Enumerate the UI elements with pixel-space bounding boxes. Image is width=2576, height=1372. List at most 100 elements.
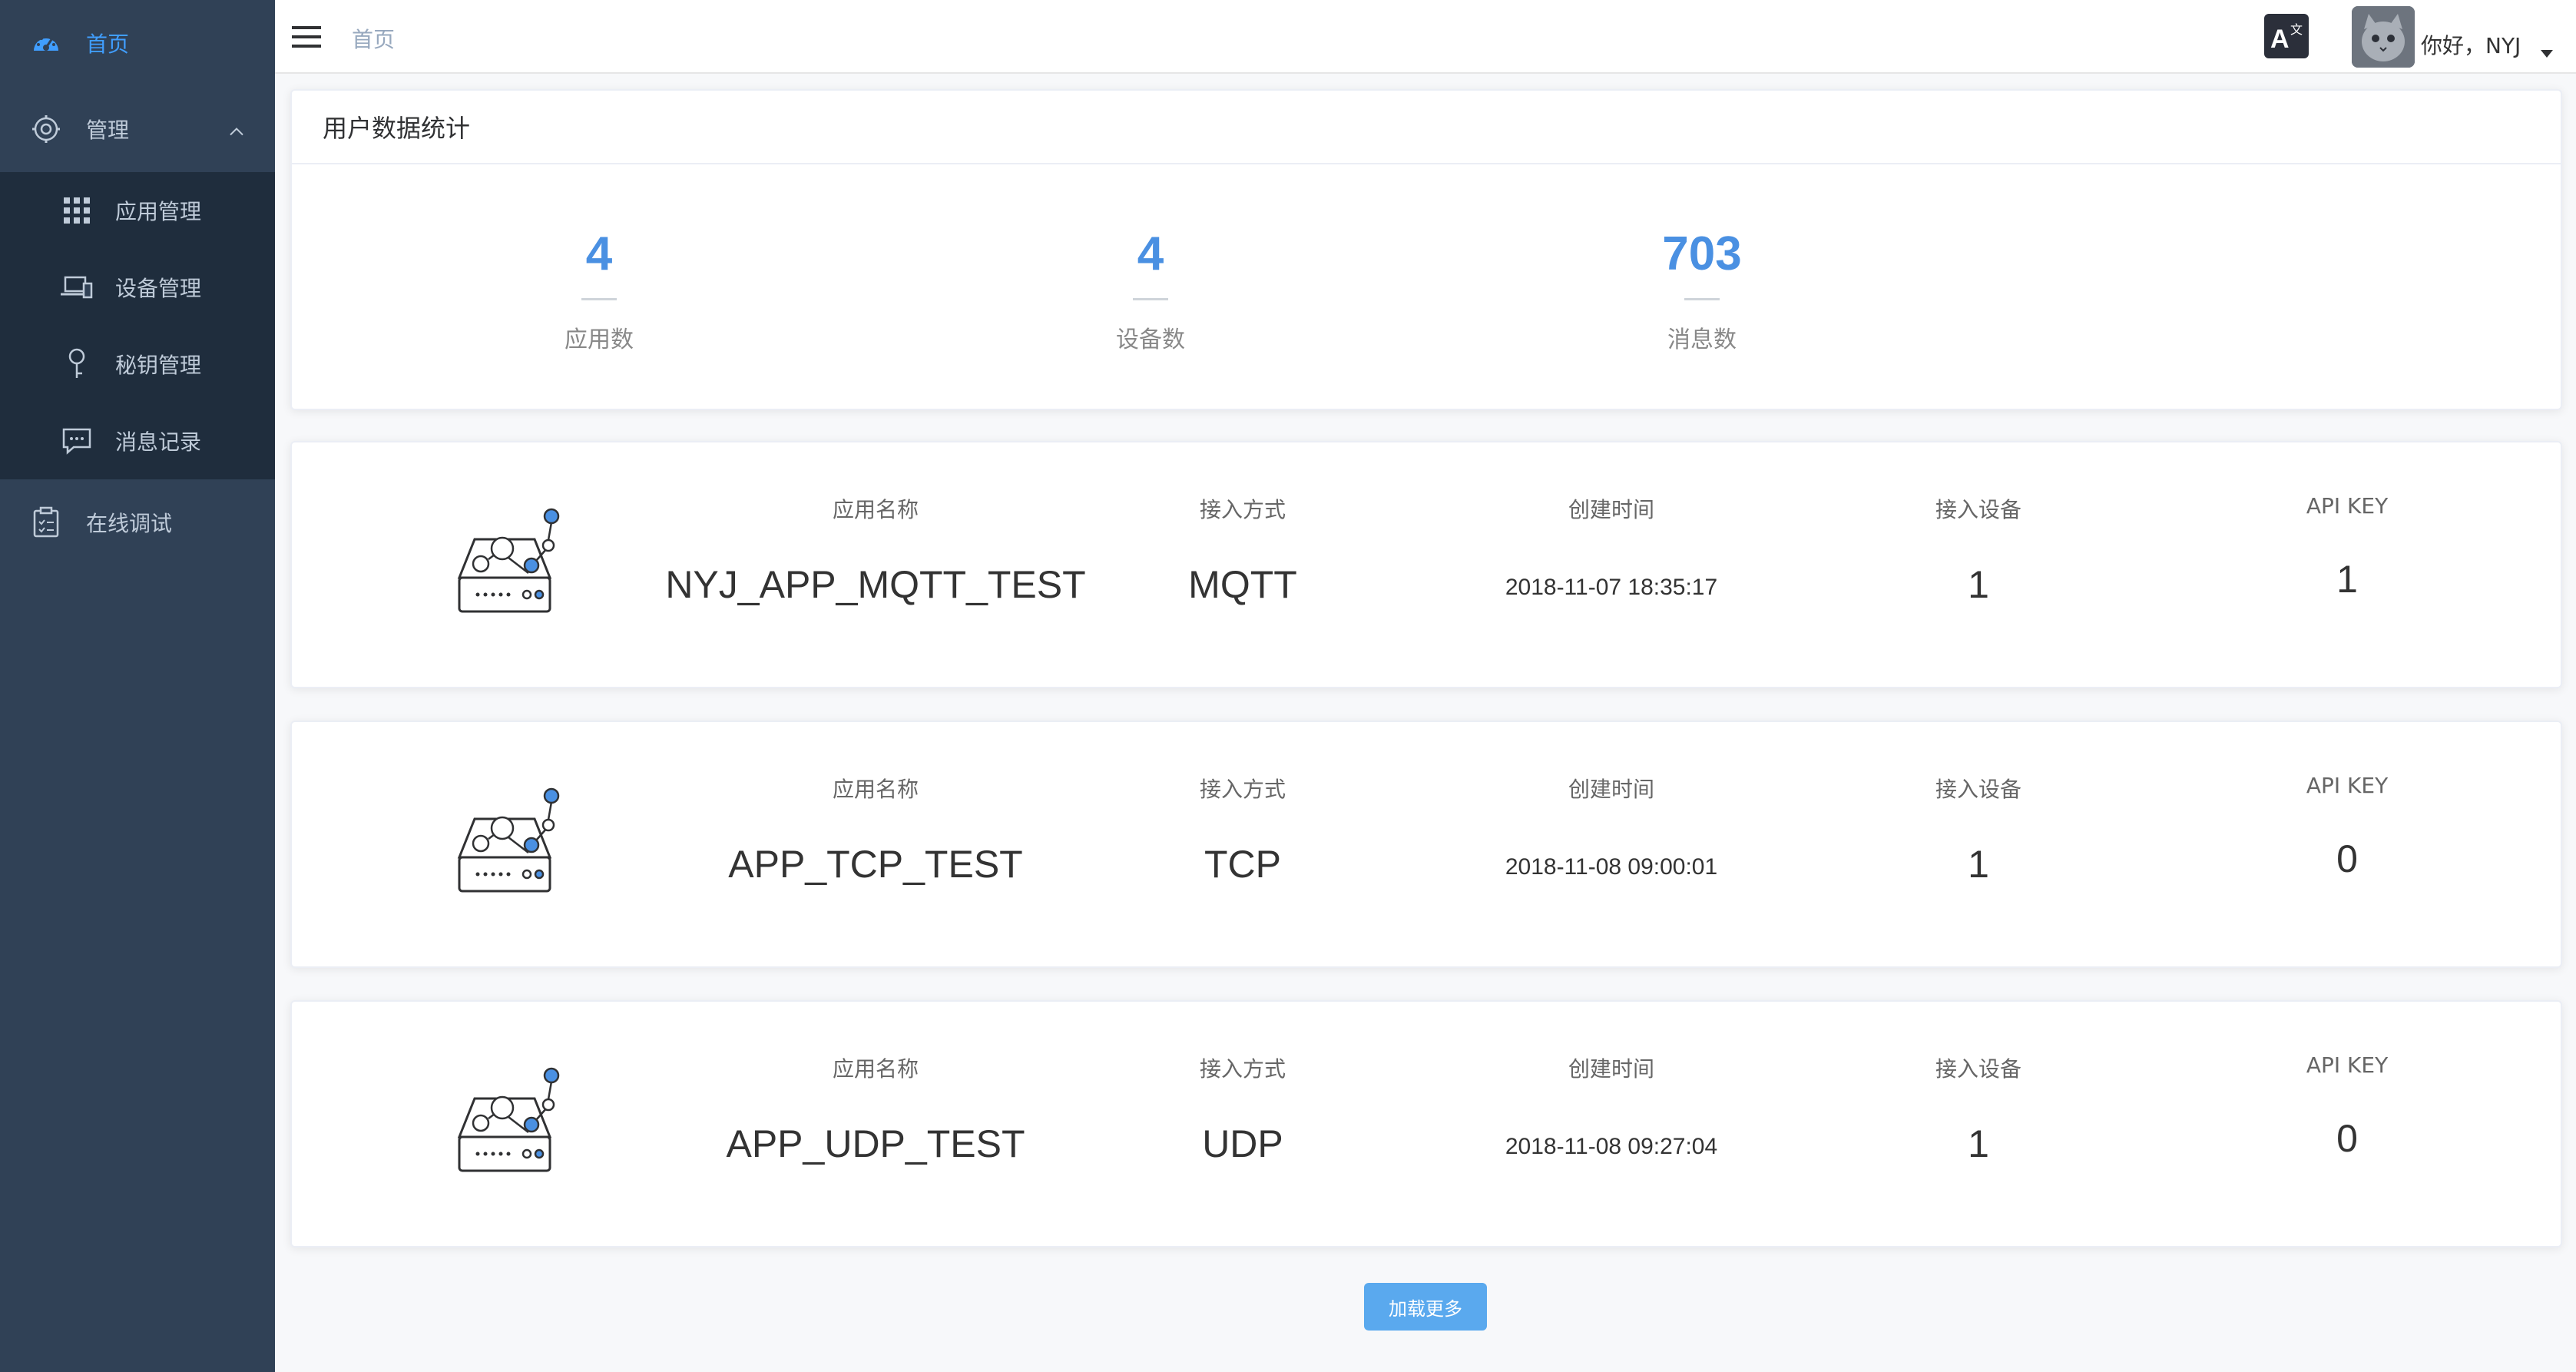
- stat-label: 应用数: [565, 326, 634, 353]
- col-apikey: API KEY 1: [2132, 493, 2562, 601]
- app-apikey: 1: [2336, 558, 2358, 601]
- sidebar-item-home[interactable]: 首页: [0, 0, 275, 86]
- sidebar: 首页 管理 应用管理 设备管理 秘钥管理 消息记录 在线调试: [0, 0, 275, 1372]
- app-apikey: 0: [2336, 837, 2358, 880]
- sidebar-item-label: 首页: [86, 31, 130, 57]
- key-icon: [60, 347, 94, 381]
- app-created-time: 2018-11-08 09:27:04: [1505, 1134, 1718, 1159]
- svg-text:A: A: [2270, 25, 2290, 54]
- col-app-name: 应用名称 APP_UDP_TEST: [661, 1052, 1091, 1165]
- app-device-count: 1: [1968, 843, 1989, 886]
- stats-card: 用户数据统计 4 应用数 4 设备数 703 消息数: [290, 89, 2562, 410]
- col-protocol: 接入方式 TCP: [1028, 773, 1458, 886]
- col-created: 创建时间 2018-11-08 09:27:04: [1396, 1052, 1826, 1159]
- col-app-name: 应用名称 NYJ_APP_MQTT_TEST: [661, 493, 1091, 606]
- translate-icon[interactable]: A文: [2264, 14, 2309, 58]
- stat-value: 703: [1662, 227, 1742, 280]
- svg-text:文: 文: [2290, 22, 2303, 37]
- col-label: 应用名称: [832, 497, 919, 522]
- stat-divider: [1133, 298, 1168, 300]
- col-label: 应用名称: [832, 1056, 919, 1082]
- app-card[interactable]: 应用名称 NYJ_APP_MQTT_TEST 接入方式 MQTT 创建时间 20…: [290, 441, 2562, 688]
- message-icon: [60, 424, 94, 458]
- app-name: NYJ_APP_MQTT_TEST: [665, 563, 1086, 606]
- sidebar-item-online-debug[interactable]: 在线调试: [0, 479, 275, 565]
- stat-value: 4: [1137, 227, 1164, 280]
- app-card[interactable]: 应用名称 APP_TCP_TEST 接入方式 TCP 创建时间 2018-11-…: [290, 721, 2562, 968]
- stat-value: 4: [585, 227, 613, 280]
- col-protocol: 接入方式 MQTT: [1028, 493, 1458, 606]
- app-server-icon: [444, 1060, 574, 1191]
- submenu-manage: 应用管理 设备管理 秘钥管理 消息记录: [0, 172, 275, 479]
- caret-down-icon[interactable]: [2541, 46, 2553, 61]
- stat-divider: [1684, 298, 1720, 300]
- col-label: 接入设备: [1935, 1056, 2021, 1082]
- col-label: 接入方式: [1199, 497, 1286, 522]
- sidebar-item-app-manage[interactable]: 应用管理: [0, 172, 275, 249]
- sidebar-item-manage[interactable]: 管理: [0, 86, 275, 172]
- stat-label: 消息数: [1667, 326, 1737, 353]
- top-navbar: 首页 A文 你好，NYJ: [275, 0, 2576, 74]
- load-more-button[interactable]: 加载更多: [1364, 1283, 1487, 1331]
- clipboard-icon: [29, 505, 63, 539]
- app-protocol: UDP: [1202, 1122, 1283, 1165]
- col-devices: 接入设备 1: [1763, 773, 2194, 886]
- stats-title: 用户数据统计: [292, 91, 2561, 164]
- col-protocol: 接入方式 UDP: [1028, 1052, 1458, 1165]
- sidebar-item-key-manage[interactable]: 秘钥管理: [0, 326, 275, 403]
- col-label: 接入设备: [1935, 777, 2021, 802]
- devices-icon: [60, 270, 94, 304]
- stat-label: 设备数: [1116, 326, 1185, 353]
- col-label: 创建时间: [1568, 777, 1654, 802]
- app-apikey: 0: [2336, 1117, 2358, 1160]
- app-device-count: 1: [1968, 1122, 1989, 1165]
- stat-app-count: 4 应用数: [499, 230, 699, 354]
- sidebar-item-label: 管理: [86, 118, 130, 143]
- sidebar-item-label: 设备管理: [115, 276, 202, 301]
- col-apikey: API KEY 0: [2132, 773, 2562, 880]
- col-created: 创建时间 2018-11-07 18:35:17: [1396, 493, 1826, 600]
- col-label: 接入设备: [1935, 497, 2021, 522]
- app-protocol: TCP: [1204, 843, 1281, 886]
- app-name: APP_UDP_TEST: [726, 1122, 1025, 1165]
- app-protocol: MQTT: [1188, 563, 1297, 606]
- col-devices: 接入设备 1: [1763, 493, 2194, 606]
- sidebar-item-label: 应用管理: [115, 199, 202, 224]
- main-content: 用户数据统计 4 应用数 4 设备数 703 消息数 应用名称 NYJ_APP_…: [275, 74, 2576, 1372]
- app-created-time: 2018-11-08 09:00:01: [1505, 854, 1718, 880]
- app-created-time: 2018-11-07 18:35:17: [1505, 575, 1718, 600]
- col-label: API KEY: [2306, 1052, 2389, 1078]
- app-name: APP_TCP_TEST: [728, 843, 1023, 886]
- col-devices: 接入设备 1: [1763, 1052, 2194, 1165]
- dashboard-icon: [29, 26, 63, 60]
- col-label: 创建时间: [1568, 497, 1654, 522]
- sidebar-item-label: 消息记录: [115, 429, 202, 455]
- hamburger-menu-icon[interactable]: [290, 22, 323, 52]
- col-label: 创建时间: [1568, 1056, 1654, 1082]
- stat-message-count: 703 消息数: [1602, 230, 1802, 354]
- col-label: 接入方式: [1199, 777, 1286, 802]
- stat-divider: [581, 298, 617, 300]
- col-label: 接入方式: [1199, 1056, 1286, 1082]
- stat-device-count: 4 设备数: [1051, 230, 1250, 354]
- sidebar-item-label: 在线调试: [86, 511, 173, 536]
- chevron-up-icon: [229, 117, 244, 142]
- user-greeting[interactable]: 你好，NYJ: [2421, 29, 2521, 60]
- col-label: 应用名称: [832, 777, 919, 802]
- grid-icon: [60, 194, 94, 227]
- col-app-name: 应用名称 APP_TCP_TEST: [661, 773, 1091, 886]
- avatar[interactable]: [2352, 6, 2415, 68]
- gear-icon: [29, 112, 63, 146]
- app-server-icon: [444, 501, 574, 631]
- col-created: 创建时间 2018-11-08 09:00:01: [1396, 773, 1826, 880]
- col-label: API KEY: [2306, 773, 2389, 798]
- app-card[interactable]: 应用名称 APP_UDP_TEST 接入方式 UDP 创建时间 2018-11-…: [290, 1000, 2562, 1248]
- app-server-icon: [444, 780, 574, 911]
- col-apikey: API KEY 0: [2132, 1052, 2562, 1160]
- app-device-count: 1: [1968, 563, 1989, 606]
- breadcrumb[interactable]: 首页: [352, 23, 395, 54]
- sidebar-item-device-manage[interactable]: 设备管理: [0, 249, 275, 326]
- sidebar-item-label: 秘钥管理: [115, 353, 202, 378]
- sidebar-item-message-log[interactable]: 消息记录: [0, 403, 275, 479]
- col-label: API KEY: [2306, 493, 2389, 519]
